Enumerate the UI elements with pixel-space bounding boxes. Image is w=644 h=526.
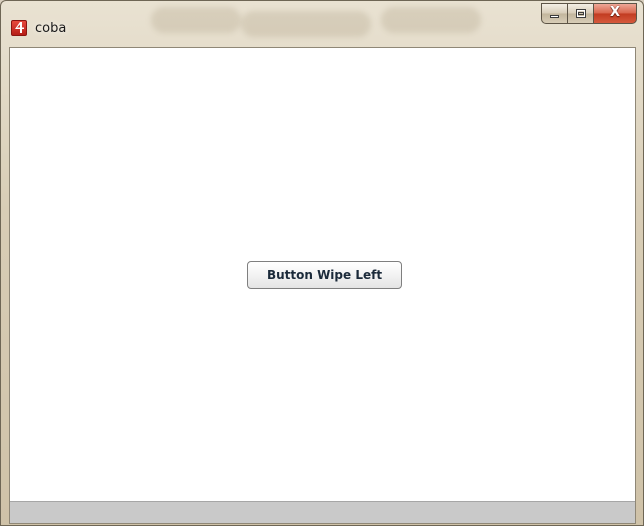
content-panel: Button Wipe Left: [10, 48, 635, 502]
window-title: coba: [35, 21, 67, 36]
maximize-button[interactable]: [567, 3, 593, 24]
minimize-icon: [550, 15, 559, 18]
minimize-button[interactable]: [541, 3, 567, 24]
app-logo-icon: [11, 20, 27, 36]
status-bar: [10, 501, 635, 523]
close-icon: X: [609, 5, 621, 20]
client-area: Button Wipe Left: [9, 47, 636, 524]
caption-buttons: X: [541, 3, 637, 24]
app-window: coba X Button Wipe Left: [0, 0, 644, 526]
close-button[interactable]: X: [593, 3, 637, 24]
maximize-icon: [576, 9, 586, 18]
title-bar[interactable]: coba X: [1, 1, 643, 47]
button-wipe-left[interactable]: Button Wipe Left: [247, 261, 402, 289]
